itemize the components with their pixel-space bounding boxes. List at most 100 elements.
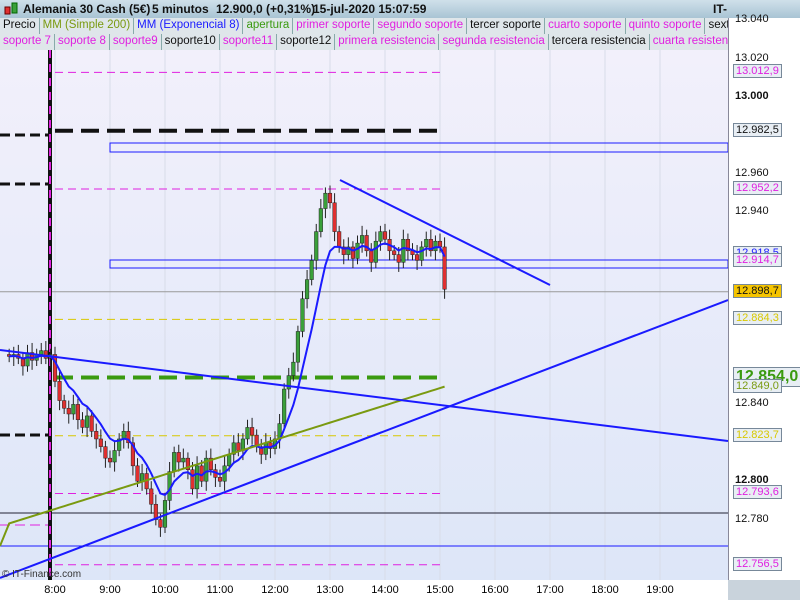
- candle: [337, 231, 342, 248]
- candle: [250, 427, 255, 436]
- candle: [80, 419, 85, 428]
- time-axis: 8:00 9:00 10:00 11:00 12:00 13:00 14:00 15:00 16…: [0, 580, 728, 600]
- candle: [323, 192, 328, 209]
- legend-item[interactable]: primer soporte: [293, 18, 375, 34]
- x-tick-label: 17:00: [536, 584, 564, 596]
- legend-item[interactable]: cuarto soporte: [545, 18, 626, 34]
- candle: [401, 239, 406, 263]
- x-tick-label: 11:00: [206, 584, 234, 596]
- x-tick-label: 14:00: [371, 584, 399, 596]
- legend-item[interactable]: MM (Exponencial 8): [134, 18, 244, 34]
- candle: [39, 350, 44, 355]
- candle: [94, 431, 99, 440]
- legend-item[interactable]: segunda resistencia: [439, 34, 549, 50]
- legend-item[interactable]: soporte10: [161, 34, 220, 50]
- candle: [437, 240, 443, 248]
- legend-item[interactable]: quinto soporte: [625, 18, 706, 34]
- legend-item[interactable]: MM (Simple 200): [39, 18, 135, 34]
- candle: [314, 231, 319, 261]
- y-tick-label: 13.040: [735, 13, 769, 26]
- y-tick-label: 12.940: [735, 205, 769, 218]
- x-tick-label: 10:00: [151, 584, 179, 596]
- price-axis: 13.040 13.020 13.000 12.960 12.940 12.840 12.8…: [728, 13, 800, 580]
- instrument-title: Alemania 30 Cash (5€): [23, 2, 151, 16]
- legend-item[interactable]: soporte 8: [54, 34, 110, 50]
- candle: [176, 452, 181, 463]
- legend-item[interactable]: soporte12: [277, 34, 336, 50]
- price-chart[interactable]: [0, 50, 728, 580]
- candle: [318, 208, 323, 232]
- legend-item[interactable]: primera resistencia: [335, 34, 440, 50]
- x-tick-label: 8:00: [44, 584, 66, 596]
- candle: [291, 361, 296, 376]
- candle: [360, 235, 365, 244]
- legend-row-2: soporte 7 soporte 8 soporte9 soporte10 sopor…: [0, 34, 779, 50]
- candle: [103, 446, 108, 459]
- candle: [71, 404, 76, 415]
- legend-item[interactable]: apertura: [243, 18, 294, 34]
- level-price-label: 12.884,3: [733, 311, 782, 326]
- candle: [295, 331, 300, 363]
- title-bar: Alemania 30 Cash (5€) 5 minutos 12.900,0…: [0, 0, 800, 30]
- legend-item[interactable]: tercera resistencia: [548, 34, 650, 50]
- candle: [309, 260, 314, 280]
- legend-item[interactable]: Precio: [0, 18, 40, 34]
- candle: [107, 457, 113, 463]
- candle: [305, 279, 310, 300]
- copyright: © IT-Finance.com: [2, 569, 82, 580]
- candle: [217, 477, 223, 482]
- level-price-label: 12.982,5: [733, 122, 782, 137]
- legend-item[interactable]: soporte11: [219, 34, 278, 50]
- resistance-zone: [109, 142, 728, 153]
- candle: [98, 438, 103, 447]
- legend-item[interactable]: segundo soporte: [374, 18, 468, 34]
- sma-line: [0, 385, 445, 547]
- candle: [62, 400, 67, 409]
- candle: [382, 231, 388, 240]
- level-price-label: 12.849,0: [733, 379, 782, 394]
- candle: [190, 469, 195, 490]
- level-price-label: 13.012,9: [733, 64, 782, 79]
- candle: [419, 246, 424, 261]
- legend-item[interactable]: tercer soporte: [467, 18, 546, 34]
- x-tick-label: 12:00: [261, 584, 289, 596]
- level-price-label: 12.898,7: [733, 283, 782, 298]
- x-tick-label: 19:00: [646, 584, 674, 596]
- datetime: 15-jul-2020 15:07:59: [313, 2, 427, 16]
- legend-item[interactable]: soporte9: [109, 34, 162, 50]
- timeframe: 5 minutos: [152, 2, 209, 16]
- candle: [282, 388, 287, 424]
- x-tick-label: 18:00: [591, 584, 619, 596]
- candle: [236, 442, 241, 451]
- y-tick-label: 12.960: [735, 167, 769, 179]
- candle: [300, 298, 305, 332]
- candle: [350, 246, 355, 259]
- support-zone: [109, 259, 728, 269]
- trend-line: [0, 349, 728, 442]
- candle: [149, 488, 154, 505]
- candle: [424, 239, 429, 248]
- candle: [172, 452, 177, 472]
- candle: [227, 454, 232, 467]
- candle: [195, 465, 200, 490]
- y-tick-label: 12.800: [735, 474, 769, 487]
- candle: [433, 240, 438, 252]
- candle: [89, 415, 94, 432]
- candle: [85, 415, 90, 428]
- x-tick-label: 15:00: [426, 584, 454, 596]
- y-tick-label: 12.840: [735, 397, 769, 410]
- candle: [327, 192, 333, 204]
- level-price-label: 12.952,2: [733, 180, 782, 195]
- candle: [369, 250, 374, 263]
- candle: [392, 250, 397, 255]
- candle: [378, 231, 383, 242]
- level-price-label: 12.793,6: [733, 485, 782, 500]
- legend-item[interactable]: soporte 7: [0, 34, 55, 50]
- legend-row-1: Precio MM (Simple 200) MM (Exponencial 8) a…: [0, 18, 782, 34]
- candle: [140, 473, 145, 482]
- candle: [263, 442, 268, 455]
- candle: [181, 457, 186, 463]
- candle: [75, 404, 80, 421]
- x-tick-label: 13:00: [316, 584, 344, 596]
- quote: 12.900,0 (+0,31%): [216, 2, 316, 16]
